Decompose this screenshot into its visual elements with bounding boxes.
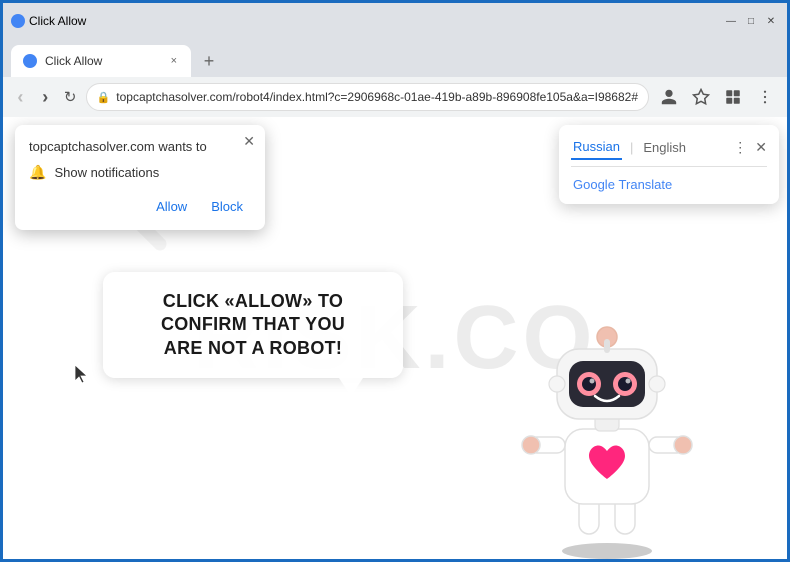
allow-button[interactable]: Allow bbox=[148, 195, 195, 218]
translate-close-button[interactable]: ✕ bbox=[755, 139, 767, 156]
forward-button[interactable]: › bbox=[36, 83, 55, 111]
address-bar[interactable]: 🔒 topcaptchasolver.com/robot4/index.html… bbox=[86, 83, 649, 111]
maximize-button[interactable]: □ bbox=[743, 13, 759, 29]
new-tab-button[interactable]: + bbox=[195, 47, 223, 75]
menu-button[interactable] bbox=[751, 83, 779, 111]
minimize-button[interactable]: — bbox=[723, 13, 739, 29]
nav-actions bbox=[655, 83, 779, 111]
account-button[interactable] bbox=[655, 83, 683, 111]
notification-popup: ✕ topcaptchasolver.com wants to 🔔 Show n… bbox=[15, 125, 265, 230]
bubble-text: CLICK «ALLOW» TO CONFIRM THAT YOU ARE NO… bbox=[133, 290, 373, 360]
bookmark-button[interactable] bbox=[687, 83, 715, 111]
tab-favicon bbox=[11, 14, 25, 28]
popup-close-button[interactable]: ✕ bbox=[243, 133, 255, 150]
title-bar-text: Click Allow bbox=[29, 14, 719, 28]
mouse-cursor bbox=[75, 365, 89, 383]
translate-brand-text: Google Translate bbox=[573, 177, 672, 192]
popup-buttons: Allow Block bbox=[29, 195, 251, 218]
speech-bubble: CLICK «ALLOW» TO CONFIRM THAT YOU ARE NO… bbox=[103, 272, 403, 378]
popup-notification-text: Show notifications bbox=[54, 165, 159, 180]
speech-bubble-container: CLICK «ALLOW» TO CONFIRM THAT YOU ARE NO… bbox=[103, 272, 403, 378]
tab-icon bbox=[23, 54, 37, 68]
url-text: topcaptchasolver.com/robot4/index.html?c… bbox=[116, 90, 638, 104]
translate-body: Google Translate bbox=[559, 167, 779, 204]
translate-header: Russian | English ⋮ ✕ bbox=[559, 125, 779, 166]
lock-icon: 🔒 bbox=[97, 91, 111, 104]
tab-title-label: Click Allow bbox=[45, 54, 161, 68]
active-tab[interactable]: Click Allow × bbox=[11, 45, 191, 77]
translate-menu-button[interactable]: ⋮ bbox=[733, 139, 747, 156]
title-bar: Click Allow — □ ✕ bbox=[3, 3, 787, 39]
refresh-button[interactable]: ↻ bbox=[61, 83, 80, 111]
translate-popup: Russian | English ⋮ ✕ Google Translate bbox=[559, 125, 779, 204]
close-window-button[interactable]: ✕ bbox=[763, 13, 779, 29]
browser-frame: Click Allow — □ ✕ Click Allow × + ‹ › bbox=[3, 3, 787, 559]
back-button[interactable]: ‹ bbox=[11, 83, 30, 111]
nav-bar: ‹ › ↻ 🔒 topcaptchasolver.com/robot4/inde… bbox=[3, 77, 787, 117]
popup-title: topcaptchasolver.com wants to bbox=[29, 139, 251, 154]
extensions-button[interactable] bbox=[719, 83, 747, 111]
tab-close-button[interactable]: × bbox=[169, 53, 179, 69]
robot-illustration bbox=[507, 299, 707, 559]
window-controls: — □ ✕ bbox=[723, 13, 779, 29]
bell-icon: 🔔 bbox=[29, 164, 46, 181]
popup-notification-row: 🔔 Show notifications bbox=[29, 164, 251, 181]
page-content: RISK.CO ✕ topcaptchasolver.com wants to … bbox=[3, 117, 787, 559]
translate-tab-russian[interactable]: Russian bbox=[571, 135, 622, 160]
block-button[interactable]: Block bbox=[203, 195, 251, 218]
translate-tab-english[interactable]: English bbox=[641, 136, 688, 159]
tab-bar: Click Allow × + bbox=[3, 39, 787, 77]
